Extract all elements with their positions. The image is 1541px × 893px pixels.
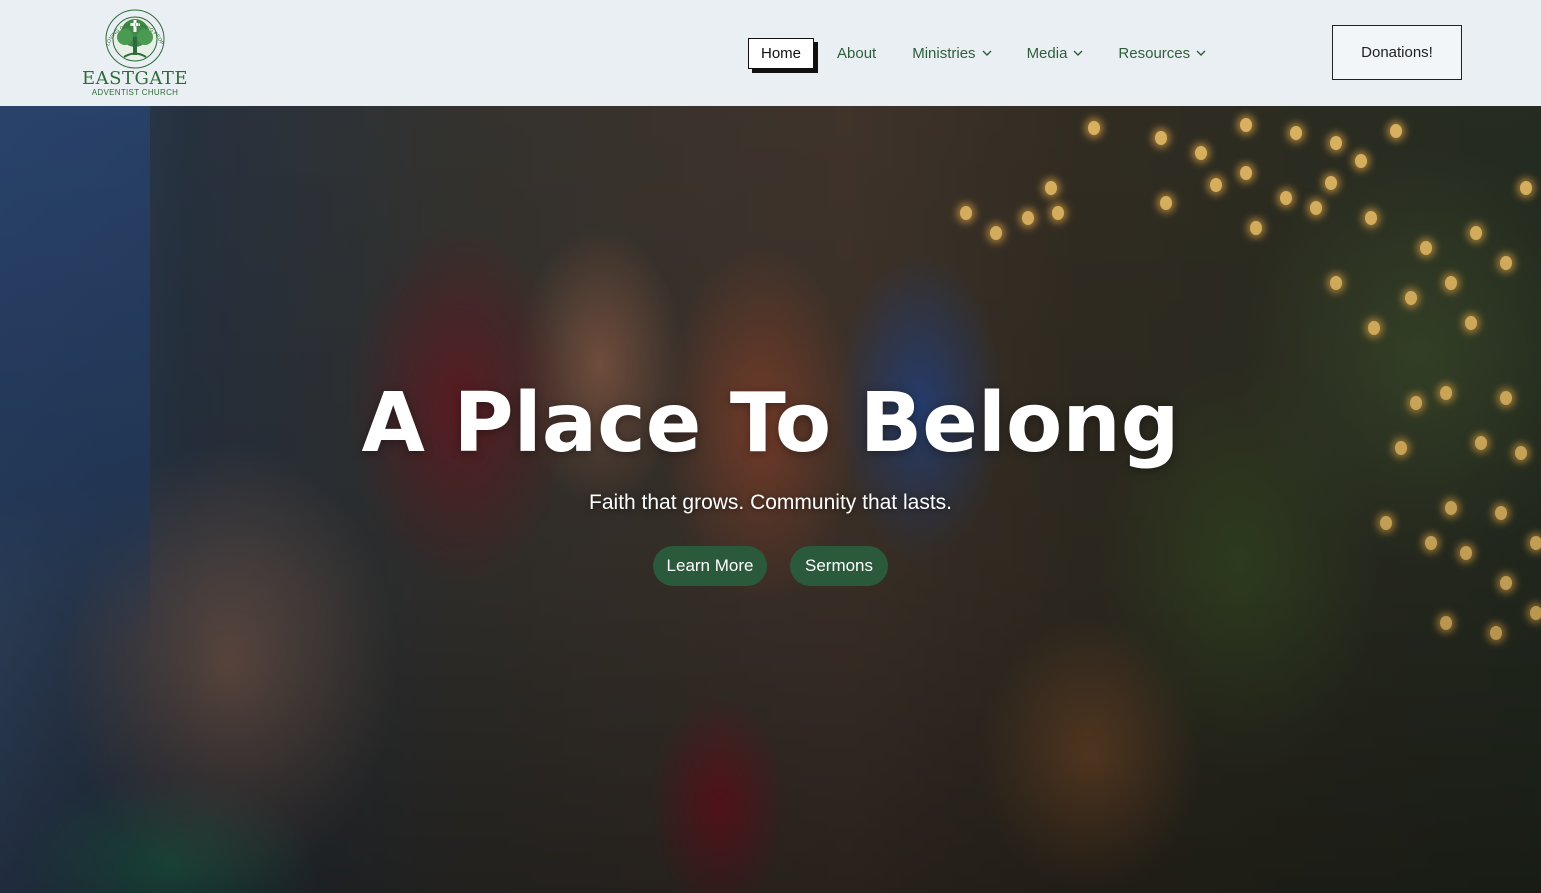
- learn-more-button[interactable]: Learn More: [653, 546, 767, 586]
- nav-item-label: Home: [761, 44, 802, 62]
- chevron-down-icon: [982, 50, 992, 56]
- site-header: LOVING GOD, LOVING PEOPLE EASTGATE ADVEN…: [0, 0, 1541, 106]
- nav-item-label: About: [837, 44, 877, 62]
- church-logo[interactable]: LOVING GOD, LOVING PEOPLE EASTGATE ADVEN…: [80, 6, 190, 100]
- chevron-down-icon: [1073, 50, 1083, 56]
- hero-section: A Place To Belong Faith that grows. Comm…: [0, 106, 1541, 893]
- nav-item-about[interactable]: About: [837, 37, 876, 69]
- main-nav: Home About Ministries Media Resources: [748, 37, 1206, 69]
- logo-name: EASTGATE: [81, 68, 188, 89]
- donations-button[interactable]: Donations!: [1332, 25, 1462, 80]
- logo-subtitle: ADVENTIST CHURCH: [91, 88, 179, 97]
- chevron-down-icon: [1196, 50, 1206, 56]
- nav-item-ministries[interactable]: Ministries: [912, 37, 992, 69]
- hero-tagline: Faith that grows. Community that lasts.: [589, 491, 952, 514]
- nav-item-media[interactable]: Media: [1027, 37, 1084, 69]
- nav-item-label: Media: [1026, 44, 1068, 62]
- nav-item-label: Resources: [1118, 44, 1191, 62]
- nav-item-label: Ministries: [912, 44, 976, 62]
- tree-cross-logo-icon: LOVING GOD, LOVING PEOPLE: [98, 6, 165, 69]
- sermons-button[interactable]: Sermons: [790, 546, 888, 586]
- nav-item-resources[interactable]: Resources: [1118, 37, 1206, 69]
- nav-item-home[interactable]: Home: [748, 37, 815, 69]
- hero-headline: A Place To Belong: [361, 376, 1180, 471]
